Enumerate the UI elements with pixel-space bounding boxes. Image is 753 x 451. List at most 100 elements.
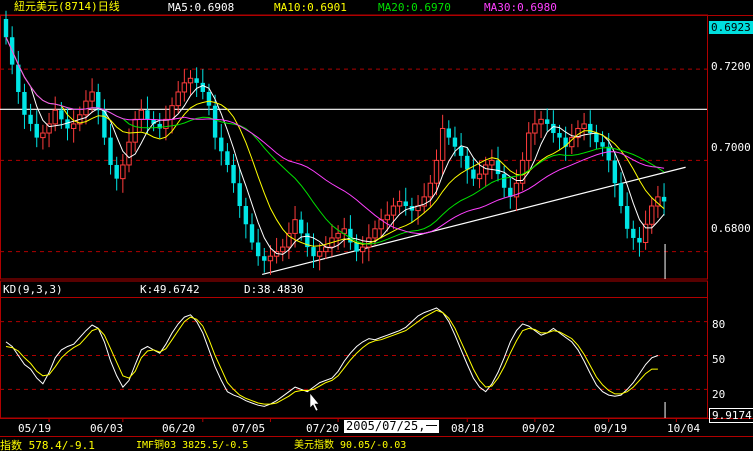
candle-86 xyxy=(532,110,538,145)
candle-80 xyxy=(495,146,501,182)
candle-64 xyxy=(396,190,403,214)
candle-46 xyxy=(286,222,292,259)
candle-13 xyxy=(83,90,89,125)
candle-79 xyxy=(489,149,495,180)
ma5-readout: MA5:0.6908 xyxy=(168,1,235,14)
candle-104 xyxy=(642,210,649,250)
candle-72 xyxy=(446,120,451,145)
kd-k-readout: K:49.6742 xyxy=(140,283,200,296)
candle-7 xyxy=(46,112,52,148)
kd-k-line xyxy=(5,307,659,407)
candle-107 xyxy=(661,183,667,216)
candle-36 xyxy=(225,143,230,173)
date-label-7: 09/19 xyxy=(594,422,628,435)
candle-63 xyxy=(390,197,397,230)
ma10-readout: MA10:0.6901 xyxy=(274,1,347,14)
candle-6 xyxy=(40,124,46,150)
price-tick-0: 0.7200 xyxy=(711,60,751,73)
candle-4 xyxy=(28,103,33,132)
candle-41 xyxy=(255,228,261,266)
chart-title: 紐元美元(8714)日线 xyxy=(14,0,120,13)
candle-82 xyxy=(508,176,513,209)
candle-29 xyxy=(181,69,188,102)
candle-2 xyxy=(16,50,21,104)
candle-88 xyxy=(545,108,550,132)
candle-11 xyxy=(70,110,77,143)
candle-16 xyxy=(102,99,107,145)
candle-39 xyxy=(243,197,249,239)
candle-35 xyxy=(219,123,224,166)
candle-74 xyxy=(458,133,464,168)
candle-67 xyxy=(415,195,421,225)
price-tick-2: 0.6800 xyxy=(711,222,751,235)
kd-d-readout: D:38.4830 xyxy=(244,283,304,296)
candle-85 xyxy=(526,122,532,170)
candle-3 xyxy=(22,83,27,129)
kd-current-box: 9.9174 xyxy=(709,408,753,423)
candle-27 xyxy=(169,97,175,134)
candle-103 xyxy=(637,227,642,257)
kd-tick-20: 20 xyxy=(712,388,726,401)
candle-37 xyxy=(231,154,236,193)
candle-22 xyxy=(138,99,145,132)
candle-100 xyxy=(618,172,624,214)
candle-32 xyxy=(200,69,205,100)
date-label-1: 06/03 xyxy=(90,422,124,435)
candle-40 xyxy=(249,213,255,250)
kd-tick-80: 80 xyxy=(712,318,726,331)
candle-71 xyxy=(439,114,446,175)
candle-75 xyxy=(465,147,470,184)
date-label-2: 06/20 xyxy=(162,422,196,435)
kd-tick-50: 50 xyxy=(712,353,726,366)
status-item-3: 美元指数 90.05/-0.03 xyxy=(294,440,407,451)
candle-20 xyxy=(126,128,132,173)
candle-94 xyxy=(581,112,587,141)
candle-21 xyxy=(132,111,138,152)
candle-28 xyxy=(175,81,181,113)
candle-84 xyxy=(519,152,526,191)
cursor-date-box: 2005/07/25,一 xyxy=(344,419,440,433)
candle-56 xyxy=(348,215,353,250)
mouse-cursor-icon xyxy=(309,392,320,412)
candle-96 xyxy=(594,124,599,150)
candle-25 xyxy=(157,112,162,139)
candle-102 xyxy=(631,220,636,250)
candle-45 xyxy=(280,238,286,262)
candle-51 xyxy=(316,243,323,271)
kd-name: KD(9,3,3) xyxy=(3,283,63,296)
date-label-8: 10/04 xyxy=(667,422,701,435)
candle-15 xyxy=(96,83,101,125)
ma20-readout: MA20:0.6970 xyxy=(378,1,451,14)
candle-31 xyxy=(194,67,199,97)
candle-17 xyxy=(108,123,113,175)
candle-66 xyxy=(409,197,415,223)
candle-76 xyxy=(471,158,476,186)
candle-68 xyxy=(421,183,427,214)
kline-chart-screen: 紐元美元(8714)日线 MA5:0.6908 MA10:0.6901 MA20… xyxy=(0,0,753,451)
status-item-2: IMF铜03 3825.5/-0.5 xyxy=(136,440,249,451)
candle-99 xyxy=(612,152,618,198)
date-label-4: 07/20 xyxy=(306,422,340,435)
chart-canvas[interactable] xyxy=(0,0,753,451)
candle-18 xyxy=(114,156,119,191)
candle-61 xyxy=(378,208,384,239)
candle-101 xyxy=(624,192,630,239)
current-price-box: 0.6923 xyxy=(709,21,753,34)
date-label-6: 09/02 xyxy=(522,422,556,435)
candle-87 xyxy=(538,111,544,139)
date-label-0: 05/19 xyxy=(18,422,52,435)
candle-105 xyxy=(649,197,655,234)
price-tick-1: 0.7000 xyxy=(711,141,751,154)
status-item-1: 指数 578.4/-9.1 xyxy=(0,439,95,451)
candle-30 xyxy=(187,70,194,95)
date-label-3: 07/05 xyxy=(232,422,266,435)
date-label-5: 08/18 xyxy=(451,422,485,435)
ma30-readout: MA30:0.6980 xyxy=(484,1,557,14)
candle-19 xyxy=(120,154,126,193)
candle-44 xyxy=(273,237,280,264)
candle-38 xyxy=(237,169,242,218)
candle-95 xyxy=(588,110,593,148)
kd-d-line xyxy=(5,309,658,405)
candle-81 xyxy=(501,165,507,198)
candle-5 xyxy=(34,110,39,148)
